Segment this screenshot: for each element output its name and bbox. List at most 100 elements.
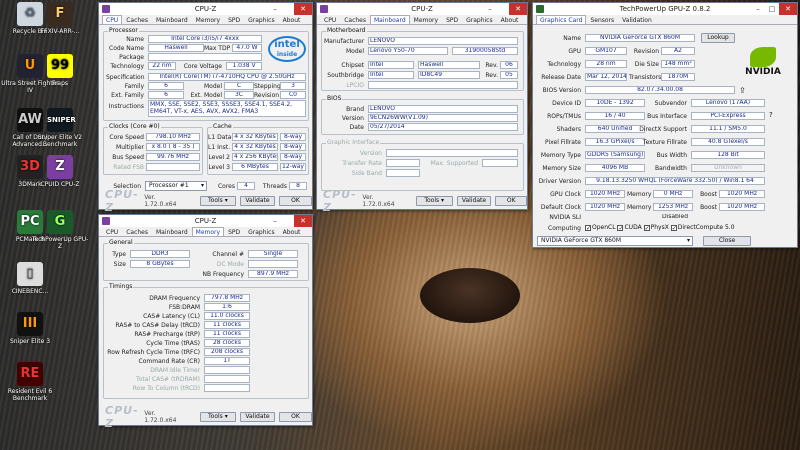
tab-cpu[interactable]: CPU	[320, 15, 340, 24]
desktop-icon-label: Fraps	[51, 80, 69, 87]
tab-caches[interactable]: Caches	[122, 15, 152, 24]
tab-caches[interactable]: Caches	[340, 15, 370, 24]
specification-value: Intel(R) Core(TM) i7-4710HQ CPU @ 2.50GH…	[148, 73, 306, 81]
cpuz-footer: CPU-Z Ver. 1.72.0.x64 Tools ▾ Validate OK	[99, 404, 313, 430]
desktop-icon-cinebench[interactable]: ▯ CINEBENC...	[0, 262, 60, 295]
lookup-button[interactable]: Lookup	[701, 33, 735, 43]
desktop-icon-sniper-v2[interactable]: SNIPER Sniper Elite V2 Benchmark	[30, 108, 90, 148]
tab-mainboard[interactable]: Mainboard	[152, 15, 192, 24]
tab-graphics-card[interactable]: Graphics Card	[536, 15, 587, 24]
ok-button[interactable]: OK	[278, 412, 313, 422]
opencl-checkbox[interactable]: ✓	[585, 224, 591, 231]
gpu-value: GM107	[585, 47, 627, 55]
label: Code Name	[109, 45, 144, 52]
chipset-value: Haswell	[418, 61, 480, 69]
close-button[interactable]: ✕	[509, 3, 527, 15]
tab-graphics[interactable]: Graphics	[462, 15, 497, 24]
tab-memory[interactable]: Memory	[192, 15, 224, 24]
bus-speed-value: 99.76 MHz	[146, 153, 200, 161]
bandwidth-value: Unknown	[691, 164, 765, 172]
label: Rev.	[485, 62, 498, 69]
minimize-button[interactable]: –	[483, 3, 497, 15]
label: Level 2	[208, 154, 230, 161]
minimize-button[interactable]: –	[751, 3, 765, 15]
timing-label: DRAM Idle Timer	[150, 367, 200, 374]
cpuz-titlebar[interactable]: CPU-Z – ✕	[99, 3, 312, 15]
tab-about[interactable]: About	[279, 15, 305, 24]
help-icon[interactable]: ?	[769, 111, 773, 119]
computing-checkboxes: ✓OpenCL ✓CUDA ✓PhysX ✓DirectCompute 5.0	[585, 224, 735, 231]
tab-bar: CPU Caches Mainboard Memory SPD Graphics About	[317, 15, 527, 25]
tab-validation[interactable]: Validation	[618, 15, 656, 24]
validate-button[interactable]: Validate	[456, 196, 492, 206]
tab-about[interactable]: About	[497, 15, 523, 24]
tab-caches[interactable]: Caches	[122, 227, 152, 236]
cuda-checkbox[interactable]: ✓	[617, 224, 624, 231]
desktop-icon-fraps[interactable]: 99 Fraps	[30, 54, 90, 87]
label: Version	[359, 150, 382, 157]
gpuz-titlebar[interactable]: TechPowerUp GPU-Z 0.8.2 – □ ✕	[533, 3, 797, 15]
tools-button[interactable]: Tools ▾	[199, 412, 237, 422]
gpu-boost-clock-value: 1020 MHz	[719, 190, 765, 198]
desktop-icon-re6[interactable]: RE Resident Evil 6 Benchmark	[0, 362, 60, 402]
tab-cpu[interactable]: CPU	[102, 227, 122, 236]
group-title: BIOS	[326, 95, 343, 102]
close-button[interactable]: ✕	[294, 3, 312, 15]
validate-button[interactable]: Validate	[240, 412, 275, 422]
timing-value: 208 clocks	[204, 348, 250, 356]
group-title: Motherboard	[326, 27, 367, 34]
save-bios-icon[interactable]: ⇪	[739, 86, 746, 95]
desktop-icon-sniper3[interactable]: III Sniper Elite 3	[0, 312, 60, 345]
close-gpuz-button[interactable]: Close	[703, 236, 751, 246]
tab-about[interactable]: About	[279, 227, 305, 236]
technology-value: 22 nm	[148, 62, 176, 70]
minimize-button[interactable]: –	[268, 3, 282, 15]
close-button[interactable]: ✕	[779, 3, 797, 15]
desktop-icon-gpuz[interactable]: G TechPowerUp GPU-Z	[30, 210, 90, 250]
maximize-button[interactable]: □	[765, 3, 779, 15]
tab-graphics[interactable]: Graphics	[244, 227, 279, 236]
desktop-icon-ffxiv[interactable]: F FFXIV-ARR-...	[30, 2, 90, 35]
tab-mainboard[interactable]: Mainboard	[370, 15, 410, 24]
group-title: Cache	[212, 123, 233, 130]
default-boost-clock-value: 1020 MHz	[719, 203, 765, 211]
ok-button[interactable]: OK	[278, 196, 313, 206]
processor-name-value: Intel Core i3/i5/i7 4xxx	[148, 35, 262, 43]
tab-spd[interactable]: SPD	[442, 15, 462, 24]
tab-cpu[interactable]: CPU	[102, 15, 123, 24]
physx-checkbox[interactable]: ✓	[643, 224, 650, 231]
tools-button[interactable]: Tools ▾	[415, 196, 453, 206]
tab-memory[interactable]: Memory	[191, 227, 225, 236]
label: Ext. Family	[111, 92, 144, 99]
tab-graphics[interactable]: Graphics	[244, 15, 279, 24]
tools-button[interactable]: Tools ▾	[199, 196, 237, 206]
window-title: CPU-Z	[411, 5, 433, 13]
close-button[interactable]: ✕	[294, 215, 312, 227]
validate-button[interactable]: Validate	[240, 196, 275, 206]
tab-spd[interactable]: SPD	[224, 15, 244, 24]
label: Stepping	[254, 83, 281, 90]
desktop-icon-cpuz[interactable]: Z CPUID CPU-Z	[30, 155, 90, 188]
cpuz-titlebar[interactable]: CPU-Z – ✕	[317, 3, 527, 15]
ok-button[interactable]: OK	[495, 196, 527, 206]
general-group: General Type DDR3 Channel # Single Size 8 G…	[103, 239, 309, 281]
label: Memory	[627, 191, 652, 198]
processor-select[interactable]: Processor #1 ▾	[145, 181, 207, 191]
tab-memory[interactable]: Memory	[410, 15, 442, 24]
gi-max-supported-value	[482, 159, 518, 167]
tab-spd[interactable]: SPD	[224, 227, 244, 236]
sniper3-icon: III	[17, 312, 43, 336]
gpu-select[interactable]: NVIDIA GeForce GTX 860M ▾	[537, 236, 693, 246]
timing-label: Total CAS# (tRDRAM)	[136, 376, 200, 383]
technology-value: 28 nm	[585, 60, 627, 68]
label: Pixel Fillrate	[545, 139, 581, 146]
timing-value	[204, 366, 250, 374]
tab-mainboard[interactable]: Mainboard	[152, 227, 192, 236]
cpuz-logo: CPU-Z	[105, 404, 139, 430]
tab-sensors[interactable]: Sensors	[586, 15, 618, 24]
directcompute-checkbox[interactable]: ✓	[670, 224, 677, 231]
minimize-button[interactable]: –	[268, 215, 282, 227]
cpuz-footer: CPU-Z Ver. 1.72.0.x64 Tools ▾ Validate OK	[317, 188, 527, 214]
cpuz-titlebar[interactable]: CPU-Z – ✕	[99, 215, 312, 227]
default-clock-value: 1020 MHz	[585, 203, 625, 211]
